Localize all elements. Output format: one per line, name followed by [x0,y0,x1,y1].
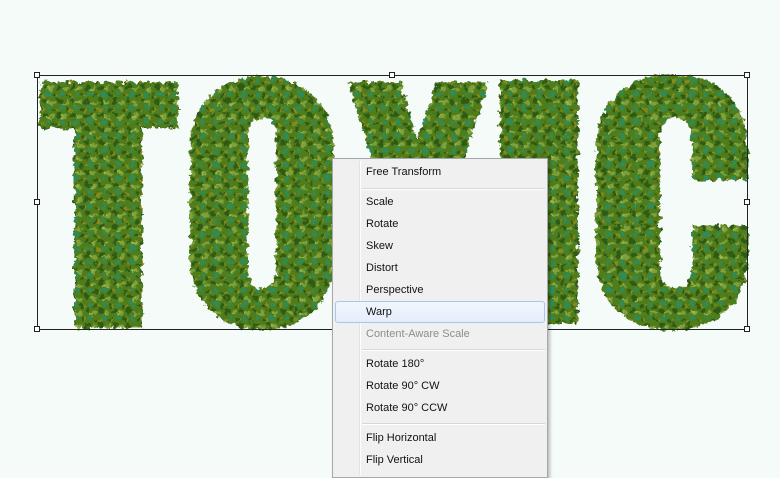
letter-t [40,82,178,328]
menu-item-content-aware-scale: Content-Aware Scale [366,328,470,340]
menu-item-perspective[interactable]: Perspective [335,279,545,301]
menu-item-skew[interactable]: Skew [335,235,545,257]
transform-handle-middle-left[interactable] [34,199,40,205]
menu-item-rotate-90-ccw[interactable]: Rotate 90° CCW [335,397,545,419]
menu-item-flip-horizontal[interactable]: Flip Horizontal [335,427,545,449]
menu-item-rotate-180[interactable]: Rotate 180° [335,353,545,375]
menu-item-scale[interactable]: Scale [335,191,545,213]
menu-separator [362,188,545,190]
menu-item-distort[interactable]: Distort [335,257,545,279]
menu-item-rotate[interactable]: Rotate [335,213,545,235]
menu-separator [362,349,545,351]
menu-item-warp[interactable]: Warp [335,301,545,323]
menu-separator [362,423,545,425]
letter-o [190,76,334,330]
transform-handle-top-right[interactable] [744,72,750,78]
transform-handle-top-left[interactable] [34,72,40,78]
menu-item-rotate-90-cw[interactable]: Rotate 90° CW [335,375,545,397]
transform-handle-bottom-right[interactable] [744,326,750,332]
menu-item-flip-vertical[interactable]: Flip Vertical [335,449,545,471]
letter-c [596,74,748,330]
transform-handle-middle-right[interactable] [744,199,750,205]
transform-handle-top-center[interactable] [389,72,395,78]
transform-handle-bottom-left[interactable] [34,326,40,332]
menu-item-free-transform[interactable]: Free Transform [335,161,545,183]
document-canvas[interactable]: Free Transform Scale Rotate Skew Distort… [0,0,780,478]
transform-context-menu: Free Transform Scale Rotate Skew Distort… [332,158,548,478]
